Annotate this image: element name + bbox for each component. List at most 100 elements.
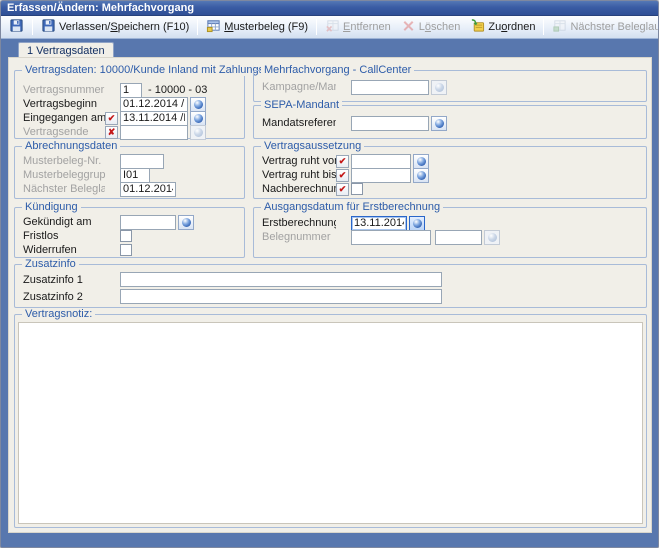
gekuendigt-am-row: Gekündigt am [15, 215, 244, 229]
gekuendigt-am-label: Gekündigt am [23, 216, 105, 228]
gekuendigt-am-input[interactable] [120, 215, 176, 230]
sphere-spinner-icon [417, 157, 426, 166]
musterbeleggruppe-row: Musterbeleggruppe [15, 168, 244, 182]
group-title: Kündigung [22, 201, 81, 213]
toolbar-separator [316, 19, 317, 35]
vertrag-ruht-von-row: Vertrag ruht von ✔ [254, 154, 646, 168]
zusatzinfo-1-row: Zusatzinfo 1 [15, 271, 646, 288]
vertrag-ruht-bis-label: Vertrag ruht bis [262, 169, 336, 181]
kampagne-row: Kampagne/Mandant [254, 80, 646, 94]
vertrag-ruht-von-spinner-button[interactable] [413, 154, 429, 169]
vertragsnotiz-textarea[interactable] [18, 322, 643, 524]
zusatzinfo-1-input[interactable] [120, 272, 442, 287]
nachberechnung-label: Nachberechnung [262, 183, 336, 195]
musterbeleg-nr-row: Musterbeleg-Nr. [15, 154, 244, 168]
mandatsreferenz-spinner-button[interactable] [431, 116, 447, 131]
group-title: Mehrfachvorgang - CallCenter [261, 64, 414, 76]
vertragsende-input[interactable] [120, 125, 188, 140]
musterbeleggruppe-input[interactable] [120, 168, 150, 183]
naechster-beleglauf-button: Nächster Beleglauf [547, 18, 659, 37]
vertragsbeginn-spinner-button[interactable] [190, 97, 206, 112]
belegnummer-row: Belegnummer [254, 230, 646, 244]
mandatsreferenz-input[interactable] [351, 116, 429, 131]
sphere-spinner-icon [194, 114, 203, 123]
erstberechnung-zum-label: Erstberechnung zum [262, 217, 336, 229]
widerrufen-checkbox[interactable] [120, 244, 132, 256]
red-check-icon[interactable]: ✔ [336, 155, 349, 168]
vertragsnummer-input[interactable] [120, 83, 142, 98]
erstberechnung-zum-input[interactable] [351, 216, 407, 231]
vertragsbeginn-row: Vertragsbeginn [15, 97, 244, 111]
eingegangen-am-input[interactable] [120, 111, 188, 126]
title-bar[interactable]: Erfassen/Ändern: Mehrfachvorgang [1, 1, 658, 16]
vertragsende-spinner-button [190, 125, 206, 140]
kampagne-label: Kampagne/Mandant [262, 81, 336, 93]
sphere-spinner-icon [488, 233, 497, 242]
vertragsende-label: Vertragsende [23, 126, 105, 138]
musterbeleg-button[interactable]: Musterbeleg (F9) [201, 18, 313, 37]
group-kuendigung: Kündigung Gekündigt am Fristlos Wid [14, 207, 245, 258]
vertragsdaten-panel: Vertragsdaten: 10000/Kunde Inland mit Za… [8, 57, 652, 533]
eingegangen-am-spinner-button[interactable] [190, 111, 206, 126]
assign-icon [470, 18, 485, 36]
tab-vertragsdaten[interactable]: 1 Vertragsdaten [18, 42, 114, 57]
vertragsnummer-row: Vertragsnummer - 10000 - 03 [15, 83, 244, 97]
save-button[interactable] [4, 18, 29, 37]
red-check-icon[interactable]: ✔ [336, 169, 349, 182]
vertragsnummer-label: Vertragsnummer [23, 84, 105, 96]
form-background: 1 Vertragsdaten Vertragsdaten: 10000/Kun… [1, 39, 658, 548]
group-zusatzinfo: Zusatzinfo Zusatzinfo 1 Zusatzinfo 2 [14, 264, 647, 308]
sphere-spinner-icon [417, 171, 426, 180]
vertrag-ruht-bis-spinner-button[interactable] [413, 168, 429, 183]
fristlos-row: Fristlos [15, 229, 244, 243]
belegnummer-label: Belegnummer [262, 231, 336, 243]
widerrufen-label: Widerrufen [23, 244, 105, 256]
group-title: SEPA-Mandant [261, 99, 342, 111]
vertrag-ruht-von-input[interactable] [351, 154, 411, 169]
remove-table-icon [325, 18, 340, 36]
sphere-spinner-icon [194, 128, 203, 137]
kampagne-spinner-button [431, 80, 447, 95]
naechster-beleglauf-row: Nächster Beleglauf [15, 182, 244, 196]
mandatsreferenz-row: Mandatsreferenz [254, 116, 646, 130]
belegnummer-input-2[interactable] [435, 230, 482, 245]
gekuendigt-am-spinner-button[interactable] [178, 215, 194, 230]
toolbar: Verlassen/Speichern (F10) Musterbeleg (F… [1, 16, 658, 39]
sphere-spinner-icon [413, 219, 422, 228]
save-and-exit-button[interactable]: Verlassen/Speichern (F10) [36, 18, 194, 37]
save-exit-icon [41, 18, 56, 36]
vertrag-ruht-bis-row: Vertrag ruht bis ✔ [254, 168, 646, 182]
vertrag-ruht-bis-input[interactable] [351, 168, 411, 183]
group-abrechnungsdaten: Abrechnungsdaten Musterbeleg-Nr. Musterb… [14, 146, 245, 199]
nachberechnung-checkbox[interactable] [351, 183, 363, 195]
group-vertragsnotiz: Vertragsnotiz: [14, 314, 647, 528]
kampagne-input[interactable] [351, 80, 429, 95]
group-title: Vertragsaussetzung [261, 140, 364, 152]
mandatsreferenz-label: Mandatsreferenz [262, 117, 336, 129]
vertragsende-row: Vertragsende ✘ [15, 125, 244, 139]
belegnummer-input-1[interactable] [351, 230, 431, 245]
red-x-icon[interactable]: ✘ [105, 126, 118, 139]
musterbeleggruppe-label: Musterbeleggruppe [23, 169, 105, 181]
toolbar-separator [543, 19, 544, 35]
vertragsbeginn-input[interactable] [120, 97, 188, 112]
vertrag-ruht-von-label: Vertrag ruht von [262, 155, 336, 167]
erstberechnung-zum-spinner-button[interactable] [409, 216, 425, 231]
red-check-icon[interactable]: ✔ [336, 183, 349, 196]
naechster-beleglauf-input[interactable] [120, 182, 176, 197]
zusatzinfo-2-label: Zusatzinfo 2 [23, 291, 105, 303]
entfernen-button: Entfernen [320, 18, 396, 37]
group-vertragsaussetzung: Vertragsaussetzung Vertrag ruht von ✔ Ve… [253, 146, 647, 199]
save-icon [9, 18, 24, 36]
group-title: Vertragsnotiz: [22, 308, 95, 320]
musterbeleg-nr-input[interactable] [120, 154, 164, 169]
zuordnen-button[interactable]: Zuordnen [465, 18, 540, 37]
red-check-icon[interactable]: ✔ [105, 112, 118, 125]
next-run-table-icon [552, 18, 567, 36]
toolbar-separator [32, 19, 33, 35]
nachberechnung-row: Nachberechnung ✔ [254, 182, 646, 196]
naechster-beleglauf-label: Nächster Beleglauf [23, 183, 105, 195]
zusatzinfo-2-input[interactable] [120, 289, 442, 304]
fristlos-checkbox[interactable] [120, 230, 132, 242]
group-sepa-mandant: SEPA-Mandant Mandatsreferenz [253, 105, 647, 139]
